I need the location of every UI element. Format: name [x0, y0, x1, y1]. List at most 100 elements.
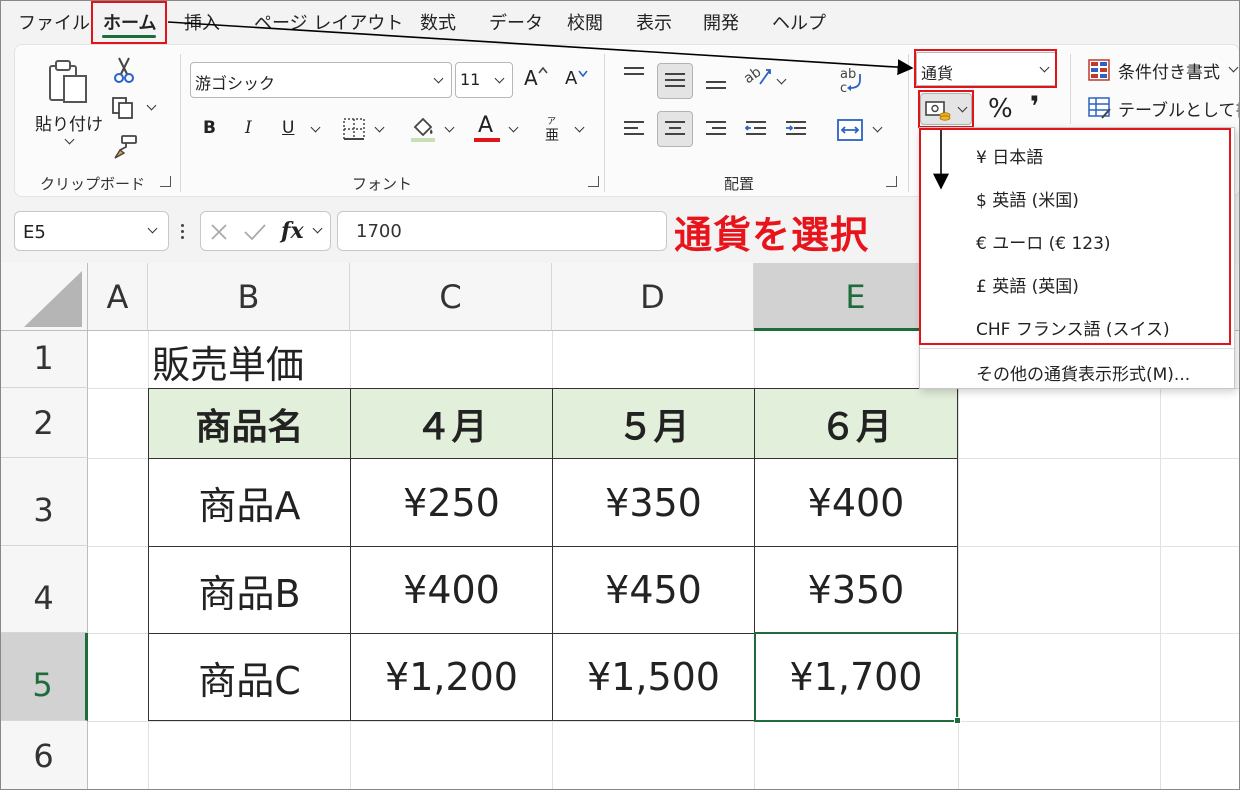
font-name-select[interactable]: 游ゴシック [190, 62, 452, 98]
table-cell[interactable]: 商品A [148, 458, 351, 547]
table-cell[interactable]: ¥250 [350, 458, 553, 547]
column-header-a[interactable]: A [88, 263, 148, 331]
font-size-value: 11 [460, 70, 481, 89]
tab-review[interactable]: 校閲 [567, 9, 603, 35]
clipboard-group-label: クリップボード [40, 175, 146, 193]
cancel-x-icon[interactable] [209, 222, 229, 242]
fill-color-button[interactable] [410, 115, 436, 143]
separator [604, 54, 605, 192]
sheet-title-cell[interactable]: 販売単価 [152, 334, 304, 389]
paste-button[interactable] [46, 58, 92, 106]
select-all-triangle-icon [24, 271, 82, 327]
tab-view[interactable]: 表示 [636, 9, 672, 35]
number-format-chevron-icon [1039, 62, 1050, 73]
font-color-button[interactable]: A [474, 113, 500, 143]
font-launcher-icon[interactable] [588, 176, 599, 187]
more-currency-formats-item[interactable]: その他の通貨表示形式(M)... [976, 360, 1190, 385]
shrink-font-button[interactable]: A [565, 68, 591, 96]
conditional-format-icon [1088, 59, 1110, 81]
header-june-cell[interactable]: ６月 [754, 388, 958, 459]
selected-cell-e5[interactable]: ¥1,700 [754, 633, 958, 721]
tab-home[interactable]: ホーム [103, 9, 156, 35]
fx-chevron-icon[interactable] [312, 223, 323, 234]
header-may-cell[interactable]: ５月 [552, 388, 755, 459]
tab-file[interactable]: ファイル [18, 9, 90, 35]
clipboard-launcher-icon[interactable] [160, 176, 171, 187]
copy-button[interactable] [110, 96, 136, 120]
row-header-3[interactable]: 3 [0, 458, 88, 546]
row-header-6[interactable]: 6 [0, 721, 88, 790]
currency-option-gbp[interactable]: £ 英語 (英国) [976, 272, 1079, 297]
format-painter-button[interactable] [112, 134, 138, 160]
italic-button[interactable]: I [245, 118, 252, 138]
enter-check-icon[interactable] [243, 222, 267, 242]
formula-value: 1700 [356, 221, 402, 242]
annotation-label: 通貨を選択 [674, 213, 870, 257]
row-header-2[interactable]: 2 [0, 388, 88, 458]
formula-input[interactable]: 1700 [337, 211, 667, 251]
tab-developer[interactable]: 開発 [703, 9, 739, 35]
tab-help[interactable]: ヘルプ [772, 9, 826, 35]
row-header-5[interactable]: 5 [0, 633, 88, 721]
tab-data[interactable]: データ [489, 9, 543, 35]
currency-option-jpy[interactable]: ¥ 日本語 [976, 143, 1043, 168]
name-box[interactable]: E5 [14, 211, 169, 251]
caret-down-icon [578, 70, 588, 77]
table-cell[interactable]: 商品C [148, 633, 351, 721]
tab-insert[interactable]: 挿入 [184, 9, 220, 35]
percent-button[interactable]: % [988, 94, 1013, 124]
table-cell[interactable]: ¥1,500 [552, 633, 755, 721]
tab-formulas[interactable]: 数式 [420, 9, 456, 35]
menu-separator [920, 348, 1234, 349]
fill-handle[interactable] [954, 717, 961, 724]
copy-icon [112, 97, 133, 119]
alignment-icons: ab [624, 64, 806, 135]
wrap-text-button[interactable]: ab c [838, 66, 866, 96]
comma-style-button[interactable]: ❜ [1030, 90, 1040, 123]
separator [908, 54, 909, 192]
bold-button[interactable]: B [203, 118, 216, 138]
merge-center-button[interactable] [836, 116, 864, 144]
number-format-value: 通貨 [921, 64, 954, 83]
table-cell[interactable]: ¥1,200 [350, 633, 553, 721]
column-header-b[interactable]: B [148, 263, 350, 331]
wrap-text-icon: ab c [840, 67, 861, 96]
phonetic-icon: 亜 [545, 128, 559, 144]
currency-chevron-icon [957, 102, 968, 113]
currency-option-chf[interactable]: CHF フランス語 (スイス) [976, 315, 1170, 340]
borders-button[interactable] [342, 117, 366, 141]
currency-option-usd[interactable]: $ 英語 (米国) [976, 186, 1079, 211]
number-format-select[interactable]: 通貨 [916, 52, 1056, 86]
clipboard-icon [49, 60, 87, 103]
conditional-format-button[interactable]: 条件付き書式 [1088, 58, 1228, 83]
header-april-cell[interactable]: ４月 [350, 388, 553, 459]
font-group-label: フォント [352, 175, 413, 193]
row-header-1[interactable]: 1 [0, 331, 88, 388]
grow-font-button[interactable]: A [524, 66, 550, 94]
svg-text:c: c [840, 81, 847, 96]
font-size-select[interactable]: 11 [455, 62, 513, 98]
cut-button[interactable] [112, 56, 136, 84]
currency-format-button[interactable] [920, 93, 972, 125]
table-cell[interactable]: ¥400 [350, 546, 553, 634]
column-header-c[interactable]: C [350, 263, 552, 331]
table-cell[interactable]: ¥400 [754, 458, 958, 547]
formula-bar-grip-icon[interactable] [181, 222, 185, 240]
select-all-button[interactable] [0, 263, 88, 331]
tab-page-layout[interactable]: ページ レイアウト [254, 9, 403, 35]
currency-option-eur[interactable]: € ユーロ (€ 123) [976, 229, 1111, 254]
format-as-table-button[interactable]: テーブルとして書式 [1088, 96, 1240, 120]
table-cell[interactable]: ¥350 [552, 458, 755, 547]
alignment-launcher-icon[interactable] [886, 176, 897, 187]
paste-label[interactable]: 貼り付け [35, 110, 103, 135]
table-cell[interactable]: 商品B [148, 546, 351, 634]
row-header-4[interactable]: 4 [0, 546, 88, 633]
table-cell[interactable]: ¥350 [754, 546, 958, 634]
header-product-cell[interactable]: 商品名 [148, 388, 351, 459]
insert-function-button[interactable]: fx [281, 218, 304, 244]
grow-font-icon: A [524, 66, 538, 90]
table-cell[interactable]: ¥450 [552, 546, 755, 634]
phonetic-button[interactable]: ア 亜 [545, 114, 565, 144]
underline-button[interactable]: U [282, 118, 294, 138]
column-header-d[interactable]: D [552, 263, 754, 331]
